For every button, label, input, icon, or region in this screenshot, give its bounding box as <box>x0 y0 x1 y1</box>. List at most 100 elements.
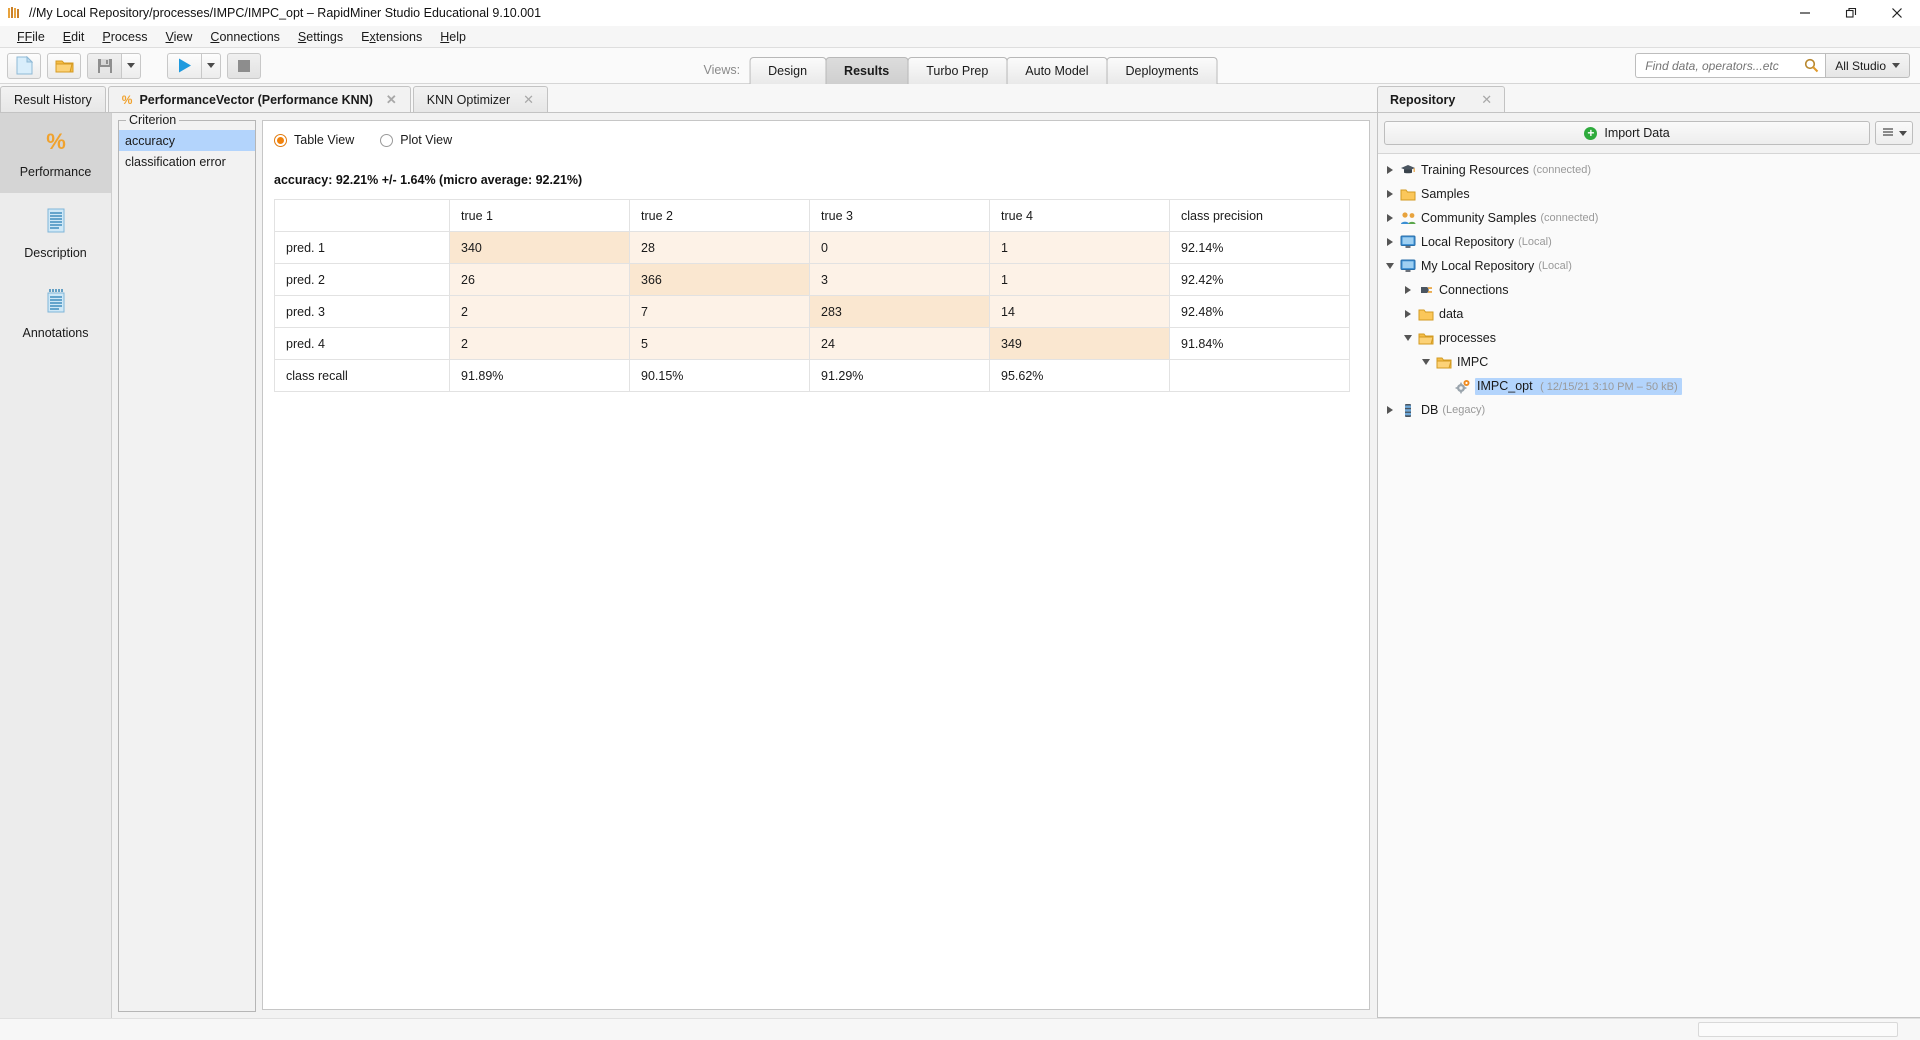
close-icon[interactable]: ✕ <box>386 92 397 108</box>
save-process-button[interactable] <box>87 52 121 79</box>
search-magnifier-icon <box>1805 58 1819 73</box>
new-process-button[interactable] <box>7 52 41 79</box>
tab-result-history[interactable]: Result History <box>0 86 106 112</box>
tree-node-local-repository[interactable]: Local Repository (Local) <box>1378 230 1920 254</box>
cell-p4-precision: 91.84% <box>1169 327 1350 360</box>
col-header-true-2: true 2 <box>629 199 810 232</box>
tree-label: Connections <box>1439 283 1509 297</box>
menu-edit[interactable]: Edit <box>54 30 94 44</box>
expander-down-icon[interactable] <box>1418 359 1434 365</box>
repository-menu-button[interactable] <box>1875 121 1913 145</box>
view-tab-auto-model[interactable]: Auto Model <box>1006 56 1108 84</box>
expander-right-icon[interactable] <box>1382 190 1398 198</box>
col-header-class-precision: class precision <box>1169 199 1350 232</box>
import-data-button[interactable]: + Import Data <box>1384 121 1870 145</box>
table-header-row: true 1 true 2 true 3 true 4 class precis… <box>274 199 1350 232</box>
col-header-true-3: true 3 <box>809 199 990 232</box>
tab-performance-vector-label: PerformanceVector (Performance KNN) <box>139 92 373 107</box>
repository-tree: Training Resources (connected) Samples C… <box>1378 153 1920 1017</box>
criterion-column: Criterion accuracy classification error <box>112 113 262 1018</box>
tree-label: Community Samples <box>1421 211 1537 225</box>
tree-node-training-resources[interactable]: Training Resources (connected) <box>1378 158 1920 182</box>
percent-icon: % <box>121 92 133 107</box>
close-icon[interactable]: ✕ <box>523 92 534 108</box>
green-plus-icon: + <box>1584 126 1598 140</box>
open-process-button[interactable] <box>47 52 81 79</box>
save-dropdown-button[interactable] <box>121 52 141 79</box>
expander-right-icon[interactable] <box>1400 286 1416 294</box>
radio-plot-view[interactable]: Plot View <box>380 133 452 147</box>
menu-settings[interactable]: Settings <box>289 30 352 44</box>
toolbar-buttons <box>0 52 261 79</box>
menu-process[interactable]: Process <box>93 30 156 44</box>
run-dropdown-button[interactable] <box>201 52 221 79</box>
main-toolbar: Views: Design Results Turbo Prep Auto Mo… <box>0 48 1920 84</box>
tree-sublabel: (connected) <box>1532 164 1592 176</box>
save-process-split-button <box>87 52 141 79</box>
tree-node-db[interactable]: DB (Legacy) <box>1378 398 1920 422</box>
criterion-item-classification-error[interactable]: classification error <box>119 151 255 172</box>
view-tab-deployments[interactable]: Deployments <box>1106 56 1218 84</box>
cell-recall-t1: 91.89% <box>449 359 630 392</box>
cell-recall-t3: 91.29% <box>809 359 990 392</box>
search-scope-label: All Studio <box>1835 58 1886 73</box>
side-item-annotations[interactable]: Annotations <box>0 273 111 353</box>
tree-node-my-local-repository[interactable]: My Local Repository (Local) <box>1378 254 1920 278</box>
criterion-item-accuracy[interactable]: accuracy <box>119 130 255 151</box>
maximize-restore-button[interactable] <box>1828 0 1874 26</box>
cell-p3-t3: 283 <box>809 295 990 328</box>
menu-file[interactable]: FFile <box>8 30 54 44</box>
tree-node-community-samples[interactable]: Community Samples (connected) <box>1378 206 1920 230</box>
close-icon[interactable]: ✕ <box>1481 92 1492 108</box>
tree-node-impc-opt[interactable]: IMPC_opt ( 12/15/21 3:10 PM – 50 kB) <box>1378 374 1920 398</box>
expander-right-icon[interactable] <box>1382 406 1398 414</box>
tree-label: processes <box>1439 331 1496 345</box>
folder-icon <box>1416 308 1436 321</box>
view-tab-results[interactable]: Results <box>825 56 909 84</box>
expander-down-icon[interactable] <box>1382 263 1398 269</box>
expander-right-icon[interactable] <box>1382 166 1398 174</box>
view-tab-design[interactable]: Design <box>749 56 827 84</box>
close-window-button[interactable] <box>1874 0 1920 26</box>
rapidminer-icon <box>6 5 22 21</box>
tree-node-samples[interactable]: Samples <box>1378 182 1920 206</box>
repository-panel: + Import Data Training Resources (connec… <box>1377 112 1920 1018</box>
tab-repository[interactable]: Repository ✕ <box>1377 86 1506 112</box>
table-row: pred. 3 2 7 283 14 92.48% <box>274 295 1350 328</box>
run-process-button[interactable] <box>167 52 201 79</box>
side-item-description[interactable]: Description <box>0 193 111 273</box>
cell-recall-t4: 95.62% <box>989 359 1170 392</box>
tree-node-processes[interactable]: processes <box>1378 326 1920 350</box>
chevron-down-icon <box>127 63 135 68</box>
side-item-performance[interactable]: % Performance <box>0 113 111 193</box>
search-box[interactable] <box>1635 53 1826 78</box>
menu-connections[interactable]: Connections <box>201 30 289 44</box>
stop-process-button[interactable] <box>227 52 261 79</box>
radio-table-view[interactable]: Table View <box>274 133 354 147</box>
expander-down-icon[interactable] <box>1400 335 1416 341</box>
side-item-performance-label: Performance <box>19 164 92 179</box>
view-tab-turbo-prep[interactable]: Turbo Prep <box>907 56 1008 84</box>
menu-extensions[interactable]: Extensions <box>352 30 431 44</box>
tree-node-impc[interactable]: IMPC <box>1378 350 1920 374</box>
search-scope-selector[interactable]: All Studio <box>1825 53 1910 78</box>
window-title-bar: //My Local Repository/processes/IMPC/IMP… <box>0 0 1920 26</box>
menu-help[interactable]: Help <box>431 30 475 44</box>
cell-p2-precision: 92.42% <box>1169 263 1350 296</box>
menu-view[interactable]: View <box>157 30 202 44</box>
cell-recall-empty <box>1169 359 1350 392</box>
tree-label: Local Repository <box>1421 235 1515 249</box>
community-people-icon <box>1398 211 1418 225</box>
tab-performance-vector[interactable]: % PerformanceVector (Performance KNN) ✕ <box>107 86 411 112</box>
tab-knn-optimizer[interactable]: KNN Optimizer ✕ <box>412 86 549 112</box>
search-input[interactable] <box>1645 58 1805 73</box>
tree-node-data[interactable]: data <box>1378 302 1920 326</box>
row-header-class-recall: class recall <box>274 359 450 392</box>
expander-right-icon[interactable] <box>1400 310 1416 318</box>
tree-node-connections[interactable]: Connections <box>1378 278 1920 302</box>
cell-p3-t4: 14 <box>989 295 1170 328</box>
minimize-button[interactable] <box>1782 0 1828 26</box>
row-header-pred-3: pred. 3 <box>274 295 450 328</box>
expander-right-icon[interactable] <box>1382 214 1398 222</box>
expander-right-icon[interactable] <box>1382 238 1398 246</box>
